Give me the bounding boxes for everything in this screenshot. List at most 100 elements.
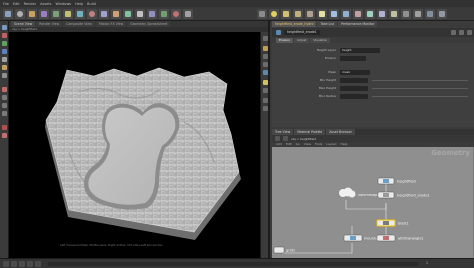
sky-light-icon (343, 11, 349, 17)
tab-performance-monitor[interactable]: Performance Monitor (338, 21, 378, 27)
go-to-end-icon[interactable] (35, 261, 41, 267)
node-volumevop[interactable]: volumevop1 (339, 187, 380, 198)
menu-assets[interactable]: Assets (40, 2, 51, 6)
snap-point-icon[interactable] (2, 103, 7, 108)
forward-arrow-icon[interactable] (283, 136, 288, 141)
menu-edit[interactable]: Edit (13, 2, 20, 6)
max-height-slider[interactable] (372, 88, 468, 89)
shelf-tool-button[interactable] (401, 9, 411, 19)
snap-icon[interactable] (2, 87, 7, 92)
shelf-tool-button[interactable] (87, 9, 97, 19)
play-icon[interactable] (27, 261, 33, 267)
step-back-icon[interactable] (11, 261, 17, 267)
shelf-tool-button[interactable] (413, 9, 423, 19)
wireframe-icon[interactable] (262, 54, 268, 59)
height-layer-field[interactable]: height (340, 48, 380, 53)
shelf-tool-button[interactable] (425, 9, 435, 19)
max-height-field[interactable] (340, 86, 368, 91)
network-path[interactable]: obj > heightfield (291, 137, 316, 141)
handle-icon[interactable] (2, 57, 7, 62)
go-to-start-icon[interactable] (3, 261, 9, 267)
erosion-menu[interactable] (340, 56, 366, 61)
shelf-tool-button[interactable] (51, 9, 61, 19)
shading-icon[interactable] (262, 46, 268, 51)
menu-file[interactable]: File (3, 2, 9, 6)
view-icon[interactable] (2, 73, 7, 78)
shelf-tool-button[interactable] (353, 9, 363, 19)
shelf-tool-button[interactable] (75, 9, 85, 19)
timeline-track[interactable] (48, 262, 418, 266)
help-icon[interactable] (459, 30, 464, 35)
shelf-tool-button[interactable] (257, 9, 267, 19)
current-frame[interactable]: 1 (426, 261, 428, 265)
menu-windows[interactable]: Windows (56, 2, 72, 6)
node-grid[interactable]: grid1 (273, 246, 295, 254)
snap-grid-icon[interactable] (2, 95, 7, 100)
node-heightfield[interactable]: heightfield (377, 177, 416, 185)
points-icon[interactable] (262, 62, 268, 67)
scale-icon[interactable] (2, 49, 7, 54)
shelf-tool-button[interactable] (293, 9, 303, 19)
gi-light-icon (355, 11, 361, 17)
shelf-tool-button[interactable] (99, 9, 109, 19)
shelf-tool-button[interactable] (3, 9, 13, 19)
shelf-tool-button[interactable] (183, 9, 193, 19)
node-label: volumevop1 (358, 193, 380, 197)
play-reverse-icon[interactable] (19, 261, 25, 267)
min-height-slider[interactable] (372, 80, 468, 81)
shelf-tool-button[interactable] (39, 9, 49, 19)
display-options-icon[interactable] (262, 36, 268, 41)
move-icon[interactable] (2, 33, 7, 38)
shelf-tool-button[interactable] (389, 9, 399, 19)
shelf-tool-button[interactable] (377, 9, 387, 19)
pose-icon[interactable] (2, 65, 7, 70)
metaball-icon (173, 11, 179, 17)
rotate-icon[interactable] (2, 41, 7, 46)
shelf-tool-button[interactable] (27, 9, 37, 19)
flipbook-icon[interactable] (2, 133, 7, 138)
scene-viewport[interactable] (9, 32, 260, 258)
shelf-tool-button[interactable] (135, 9, 145, 19)
menu-help[interactable]: Help (75, 2, 83, 6)
network-editor[interactable]: Geometry heightfield heightfield_erode1 (272, 147, 474, 258)
blur-radius-slider[interactable] (372, 96, 468, 97)
select-icon[interactable] (2, 25, 7, 30)
node-attribwrangle[interactable]: attribwrangle1 (376, 234, 424, 242)
guides-icon[interactable] (262, 106, 268, 111)
snap-curve-icon[interactable] (2, 111, 7, 116)
menu-render[interactable]: Render (24, 2, 36, 6)
shelf-tool-button[interactable] (159, 9, 169, 19)
shelf-tool-button[interactable] (329, 9, 339, 19)
shelf-tool-button[interactable] (341, 9, 351, 19)
shelf-tool-button[interactable] (147, 9, 157, 19)
shelf-tool-button[interactable] (15, 9, 25, 19)
shelf-tool-button[interactable] (281, 9, 291, 19)
shelf-tool-button[interactable] (171, 9, 181, 19)
shelf-tool-button[interactable] (63, 9, 73, 19)
node-name-field[interactable]: heightfield_erode1 (284, 30, 320, 35)
back-arrow-icon[interactable] (275, 136, 280, 141)
mask-field[interactable]: mask (340, 70, 370, 75)
node-heightfield-erode[interactable]: heightfield_erode1 (377, 191, 430, 199)
shelf-tool-button[interactable] (269, 9, 279, 19)
shelf-tool-button[interactable] (123, 9, 133, 19)
blur-radius-field[interactable] (340, 94, 368, 99)
shelf-tool-button[interactable] (111, 9, 121, 19)
shelf-tool-button[interactable] (437, 9, 447, 19)
normals-icon[interactable] (262, 70, 268, 75)
shelf-tool-button[interactable] (305, 9, 315, 19)
gear-icon[interactable] (451, 30, 456, 35)
tab-parameters[interactable]: heightfield_erode_hydro (272, 21, 317, 27)
camera-view-icon[interactable] (262, 98, 268, 103)
shelf-tool-button[interactable] (365, 9, 375, 19)
lock-icon[interactable] (467, 30, 472, 35)
menu-build[interactable]: Build (87, 2, 96, 6)
lights-icon[interactable] (262, 80, 268, 85)
node-blast[interactable]: blast1 (376, 219, 409, 227)
render-icon[interactable] (2, 125, 7, 130)
ghost-icon[interactable] (262, 88, 268, 93)
shelf-tool-button[interactable] (317, 9, 327, 19)
min-height-field[interactable] (340, 78, 368, 83)
network-path-bar: obj > heightfield (272, 135, 474, 142)
tab-take-list[interactable]: Take List (317, 21, 338, 27)
